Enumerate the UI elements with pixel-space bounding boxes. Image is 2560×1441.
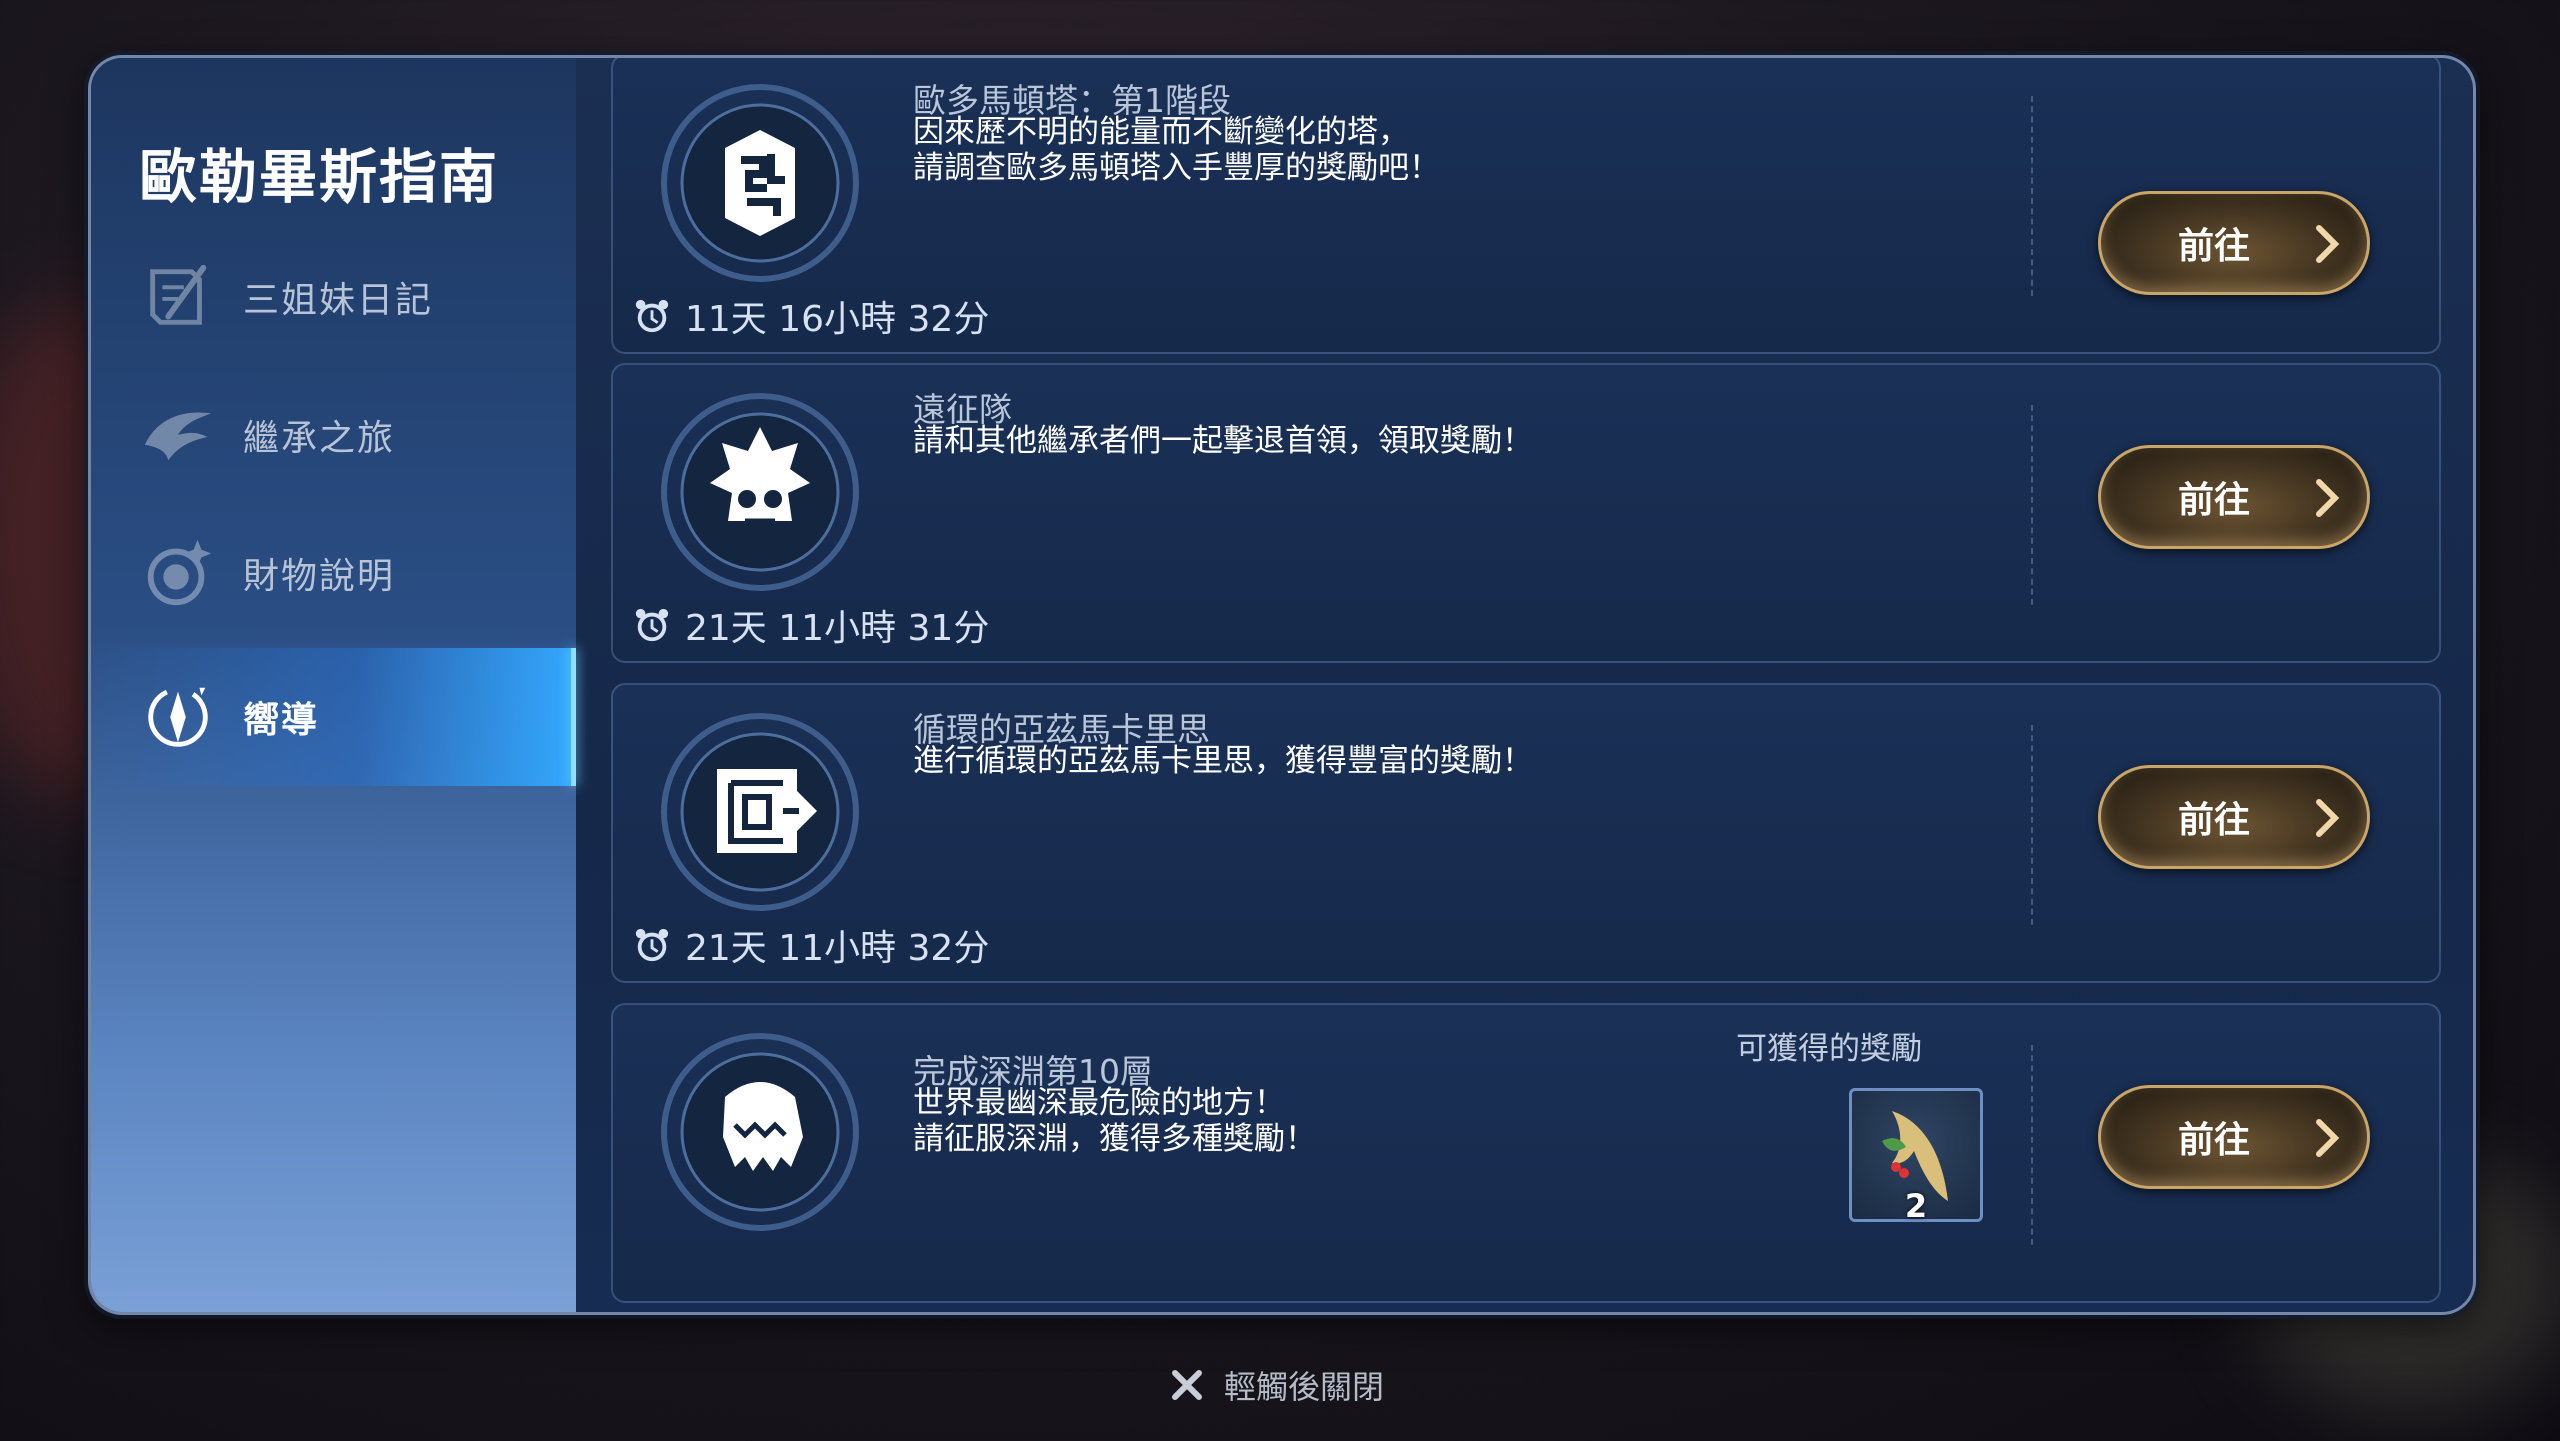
close-hint-button[interactable]: 輕觸後關閉	[1170, 1362, 1384, 1408]
divider	[2031, 405, 2033, 605]
guide-card-tower: 歐多馬頓塔：第1階段 因來歷不明的能量而不斷變化的塔， 請調查歐多馬頓塔入手豐厚…	[611, 58, 2441, 354]
maze-arrow-icon	[661, 713, 859, 911]
go-button[interactable]: 前往	[2098, 765, 2370, 869]
go-button[interactable]: 前往	[2098, 445, 2370, 549]
close-icon	[1172, 1370, 1202, 1400]
sidebar-item-guide[interactable]: 嚮導	[91, 648, 576, 786]
tower-rune-icon	[661, 84, 859, 282]
go-button-label: 前往	[2177, 480, 2250, 521]
guide-list: 歐多馬頓塔：第1階段 因來歷不明的能量而不斷變化的塔， 請調查歐多馬頓塔入手豐厚…	[611, 58, 2441, 1312]
guide-panel: 歐勒畢斯指南 三姐妹日記 繼承之旅 財物說明 嚮導 歐多馬頓塔：第1階段 因來歷…	[88, 55, 2476, 1315]
divider	[2031, 725, 2033, 925]
guide-card-azmakaris: 循環的亞茲馬卡里思 進行循環的亞茲馬卡里思，獲得豐富的獎勵！ 21天 11小時 …	[611, 683, 2441, 983]
guide-card-expedition: 遠征隊 請和其他繼承者們一起擊退首領，領取獎勵！ 21天 11小時 31分 前往	[611, 363, 2441, 663]
guide-timer: 21天 11小時 32分	[633, 919, 989, 971]
go-button[interactable]: 前往	[2098, 1085, 2370, 1189]
sidebar: 歐勒畢斯指南 三姐妹日記 繼承之旅 財物說明 嚮導	[91, 58, 576, 1312]
reward-label: 可獲得的獎勵	[1736, 1031, 1922, 1067]
sidebar-item-label: 三姐妹日記	[243, 280, 434, 321]
guide-desc-line: 請和其他繼承者們一起擊退首領，領取獎勵！	[913, 423, 1533, 459]
guide-desc-line: 請調查歐多馬頓塔入手豐厚的獎勵吧！	[913, 150, 1440, 186]
page-title: 歐勒畢斯指南	[139, 143, 500, 211]
guide-desc-line: 請征服深淵，獲得多種獎勵！	[913, 1121, 1316, 1157]
close-hint-label: 輕觸後關閉	[1224, 1368, 1385, 1406]
sidebar-item-sisters-diary[interactable]: 三姐妹日記	[91, 228, 576, 366]
wing-claw-icon	[144, 412, 212, 461]
alarm-clock-icon	[635, 608, 669, 642]
sidebar-item-treasure-info[interactable]: 財物說明	[91, 504, 576, 642]
timer-text: 21天 11小時 32分	[685, 928, 990, 969]
go-button[interactable]: 前往	[2098, 191, 2370, 295]
guide-card-abyss: 完成深淵第10層 世界最幽深最危險的地方！ 請征服深淵，獲得多種獎勵！ 可獲得的…	[611, 1003, 2441, 1303]
sidebar-item-label: 繼承之旅	[243, 418, 396, 459]
reward-count: 2	[1904, 1187, 1928, 1225]
divider	[2031, 96, 2033, 296]
alarm-clock-icon	[635, 928, 669, 962]
go-button-label: 前往	[2177, 226, 2250, 267]
chevron-right-icon	[2316, 479, 2340, 517]
sidebar-item-label: 嚮導	[243, 700, 320, 741]
divider	[2031, 1045, 2033, 1245]
guide-desc-line: 因來歷不明的能量而不斷變化的塔，	[913, 114, 1409, 150]
guide-desc-line: 世界最幽深最危險的地方！	[913, 1085, 1285, 1121]
chevron-right-icon	[2316, 799, 2340, 837]
gem-orb-icon	[147, 539, 212, 606]
timer-text: 11天 16小時 32分	[685, 299, 990, 340]
sidebar-item-label: 財物說明	[243, 556, 396, 597]
compass-icon	[148, 687, 208, 747]
guide-timer: 21天 11小時 31分	[633, 599, 989, 651]
go-button-label: 前往	[2177, 800, 2250, 841]
chevron-right-icon	[2316, 225, 2340, 263]
guide-timer: 11天 16小時 32分	[633, 290, 989, 342]
go-button-label: 前往	[2177, 1120, 2250, 1161]
quill-scroll-icon	[150, 264, 207, 325]
alarm-clock-icon	[635, 299, 669, 333]
skull-crown-icon	[661, 393, 859, 591]
reward-item-slot[interactable]: 2	[1849, 1088, 1983, 1225]
sidebar-item-inheritance-journey[interactable]: 繼承之旅	[91, 366, 576, 504]
abyss-monster-icon	[661, 1033, 859, 1231]
timer-text: 21天 11小時 31分	[685, 608, 990, 649]
guide-desc-line: 進行循環的亞茲馬卡里思，獲得豐富的獎勵！	[913, 743, 1533, 779]
chevron-right-icon	[2316, 1119, 2340, 1157]
